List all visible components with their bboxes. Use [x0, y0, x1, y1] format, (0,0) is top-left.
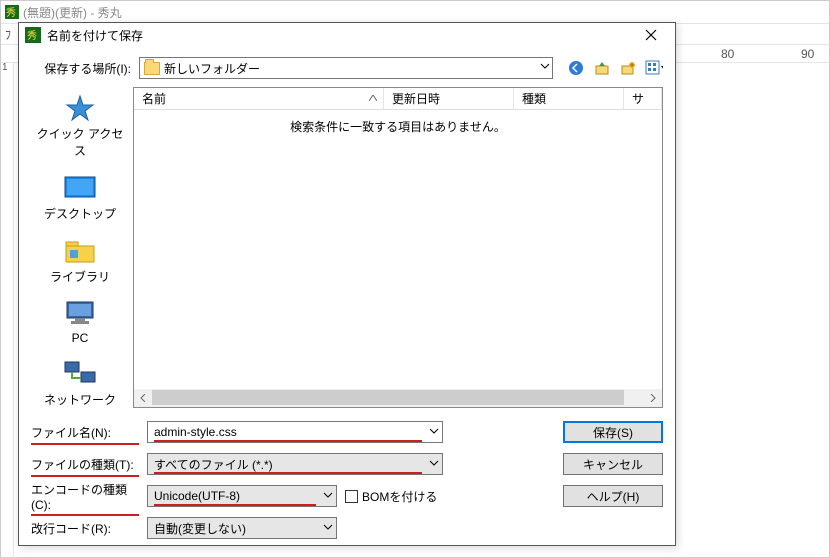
line-number: 1 [0, 62, 13, 73]
pc-icon [62, 299, 98, 329]
lookin-row: 保存する場所(I): 新しいフォルダー [31, 55, 663, 81]
ruler-tick: 80 [721, 47, 734, 61]
col-size[interactable]: サ [624, 88, 662, 109]
up-button[interactable] [593, 59, 611, 77]
line-gutter: 1 [0, 62, 14, 558]
col-date[interactable]: 更新日時 [384, 88, 514, 109]
col-label: サ [632, 90, 644, 107]
list-headers: 名前 更新日時 種類 サ [134, 88, 662, 110]
view-icon [645, 60, 663, 76]
filename-label: ファイル名(N): [31, 424, 139, 441]
lookin-value: 新しいフォルダー [164, 60, 260, 77]
chevron-left-icon [139, 394, 147, 402]
close-button[interactable] [633, 23, 669, 47]
button-label: キャンセル [583, 456, 643, 473]
place-network[interactable]: ネットワーク [35, 359, 125, 408]
back-button[interactable] [567, 59, 585, 77]
place-label: デスクトップ [44, 205, 116, 222]
app-icon [25, 27, 41, 43]
newline-value: 自動(変更しない) [154, 520, 246, 537]
col-name[interactable]: 名前 [134, 88, 384, 109]
dialog-body: 保存する場所(I): 新しいフォルダー [19, 47, 675, 548]
filename-input[interactable] [147, 421, 443, 443]
filename-field[interactable] [154, 425, 424, 439]
place-label: クイック アクセス [35, 125, 125, 159]
help-button[interactable]: ヘルプ(H) [563, 485, 663, 507]
new-folder-button[interactable] [619, 59, 637, 77]
quick-access-icon [62, 93, 98, 123]
save-as-dialog: 名前を付けて保存 保存する場所(I): 新しいフォルダー [18, 22, 676, 546]
view-menu-button[interactable] [645, 59, 663, 77]
back-icon [568, 60, 584, 76]
newline-combo[interactable]: 自動(変更しない) [147, 517, 337, 539]
up-folder-icon [594, 60, 610, 76]
col-label: 名前 [142, 90, 166, 107]
dialog-title: 名前を付けて保存 [47, 27, 633, 44]
lookin-combo[interactable]: 新しいフォルダー [139, 57, 553, 79]
ruler-tick: 90 [801, 47, 814, 61]
encode-label: エンコードの種類(C): [31, 481, 139, 512]
bom-checkbox-row[interactable]: BOMを付ける [345, 488, 437, 505]
sort-asc-icon [369, 95, 377, 101]
bom-label: BOMを付ける [362, 488, 437, 505]
scroll-left-button[interactable] [134, 389, 152, 407]
place-label: PC [72, 331, 89, 345]
lookin-label: 保存する場所(I): [31, 60, 131, 77]
chevron-down-icon [323, 490, 333, 500]
network-icon [62, 359, 98, 389]
encode-value: Unicode(UTF-8) [154, 489, 240, 503]
button-label: 保存(S) [593, 424, 633, 441]
cancel-button[interactable]: キャンセル [563, 453, 663, 475]
app-icon [5, 5, 19, 19]
main-title: (無題)(更新) - 秀丸 [23, 4, 122, 21]
place-label: ライブラリ [50, 268, 110, 285]
desktop-icon [62, 173, 98, 203]
library-icon [62, 236, 98, 266]
list-content[interactable]: 検索条件に一致する項目はありません。 [134, 110, 662, 389]
filetype-value: すべてのファイル (*.*) [154, 456, 273, 473]
place-quick-access[interactable]: クイック アクセス [35, 93, 125, 159]
place-label: ネットワーク [44, 391, 116, 408]
chevron-down-icon [540, 61, 550, 71]
empty-message: 検索条件に一致する項目はありません。 [290, 118, 506, 135]
filetype-combo[interactable]: すべてのファイル (*.*) [147, 453, 443, 475]
place-desktop[interactable]: デスクトップ [35, 173, 125, 222]
encode-combo[interactable]: Unicode(UTF-8) [147, 485, 337, 507]
scroll-right-button[interactable] [644, 389, 662, 407]
close-icon [645, 29, 657, 41]
hscrollbar[interactable] [134, 389, 662, 407]
chevron-right-icon [649, 394, 657, 402]
button-label: ヘルプ(H) [587, 488, 640, 505]
save-button[interactable]: 保存(S) [563, 421, 663, 443]
chevron-down-icon [429, 426, 439, 436]
main-titlebar: (無題)(更新) - 秀丸 [1, 1, 829, 23]
dialog-titlebar: 名前を付けて保存 [19, 23, 675, 47]
toolbar-hint: ﾌ [5, 26, 11, 43]
file-list: 名前 更新日時 種類 サ 検索条件に一致する項目はありません。 [133, 87, 663, 408]
new-folder-icon [620, 60, 636, 76]
nav-icons [561, 59, 663, 77]
bottom-controls: ファイル名(N): 保存(S) ファイルの種類(T): すべてのファイル (*.… [31, 414, 663, 540]
col-label: 種類 [522, 90, 546, 107]
chevron-down-icon [429, 458, 439, 468]
col-label: 更新日時 [392, 90, 440, 107]
filetype-label: ファイルの種類(T): [31, 456, 139, 473]
chevron-down-icon [323, 522, 333, 532]
places-bar: クイック アクセス デスクトップ ライブラリ [31, 87, 129, 408]
bom-checkbox[interactable] [345, 490, 358, 503]
scroll-track[interactable] [152, 389, 644, 407]
folder-icon [144, 62, 160, 75]
place-pc[interactable]: PC [35, 299, 125, 345]
newline-label: 改行コード(R): [31, 520, 139, 537]
scroll-thumb[interactable] [152, 390, 624, 405]
col-type[interactable]: 種類 [514, 88, 624, 109]
place-library[interactable]: ライブラリ [35, 236, 125, 285]
mid-area: クイック アクセス デスクトップ ライブラリ [31, 87, 663, 408]
